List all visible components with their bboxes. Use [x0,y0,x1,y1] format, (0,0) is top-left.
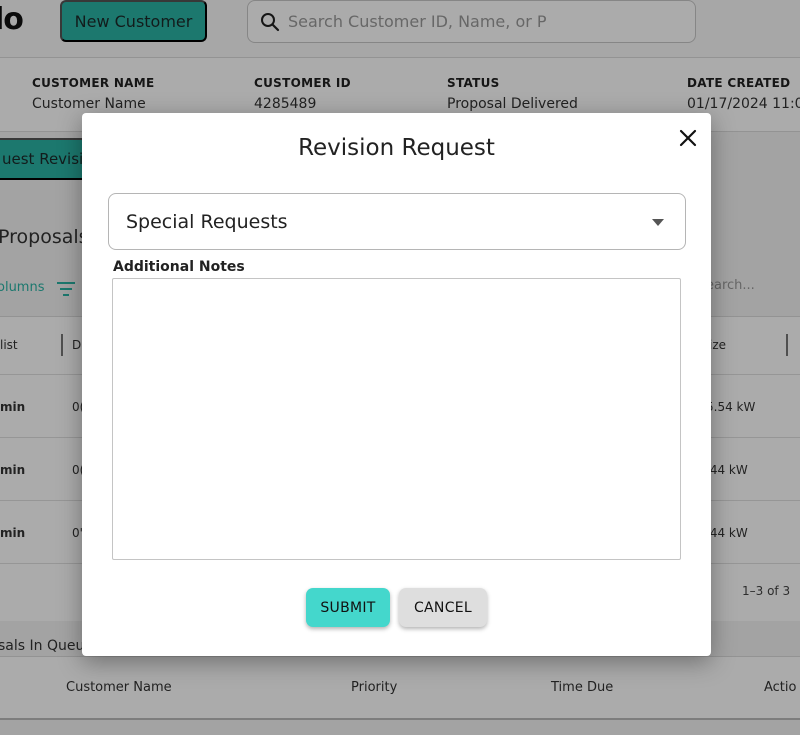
revision-request-dialog: Revision Request Special Requests Additi… [82,113,711,656]
cancel-button[interactable]: CANCEL [399,588,487,627]
dropdown-arrow-icon [652,219,664,226]
submit-button[interactable]: SUBMIT [306,588,390,627]
request-type-select[interactable]: Special Requests [108,193,686,250]
close-icon [679,129,697,147]
dialog-title: Revision Request [298,135,495,161]
close-button[interactable] [676,126,700,150]
additional-notes-textarea[interactable] [112,278,681,560]
request-type-value: Special Requests [126,210,288,233]
additional-notes-label: Additional Notes [113,259,245,275]
